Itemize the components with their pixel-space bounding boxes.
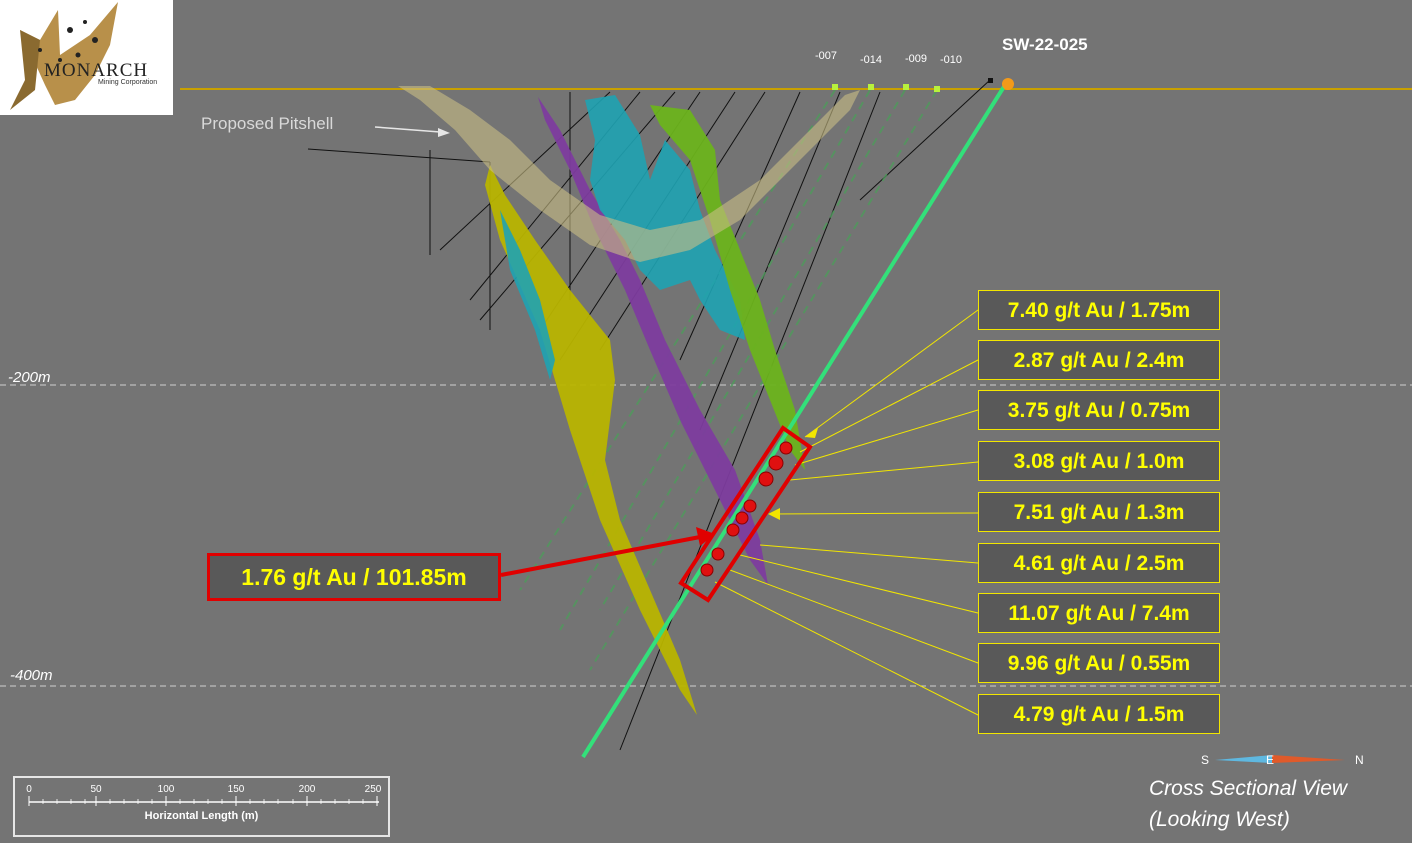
compass-east-label: E	[1266, 753, 1275, 767]
pitshell-label: Proposed Pitshell	[201, 114, 334, 133]
scale-tick-label: 0	[26, 784, 32, 795]
scale-bar: 0 50 100 150 200 250 Horizontal Length (…	[13, 776, 390, 837]
scale-tick-label: 200	[298, 784, 316, 795]
hole-label-007: -007	[815, 50, 838, 62]
summary-arrow	[500, 535, 701, 577]
scale-tick-label: 100	[157, 784, 175, 795]
summary-intercept-box: 1.76 g/t Au / 101.85m	[207, 553, 501, 601]
intercept-box: 7.40 g/t Au / 1.75m	[978, 290, 1220, 330]
view-title: Cross Sectional View (Looking West)	[1149, 773, 1347, 835]
pitshell-arrow-head	[438, 128, 450, 137]
company-logo: MONARCH Mining Corporation	[0, 0, 173, 115]
intercept-box: 2.87 g/t Au / 2.4m	[978, 340, 1220, 380]
hole-label-010: -010	[940, 54, 963, 66]
intercept-box: 11.07 g/t Au / 7.4m	[978, 593, 1220, 633]
depth-label-200: -200m	[8, 369, 51, 386]
logo-emblem	[10, 2, 118, 110]
scale-tick-label: 50	[90, 784, 102, 795]
scale-tick-label: 150	[227, 784, 245, 795]
hole-label-014: -014	[860, 54, 883, 66]
arrow-head-upper	[805, 428, 818, 438]
scale-bar-title: Horizontal Length (m)	[144, 810, 259, 822]
intercept-box: 9.96 g/t Au / 0.55m	[978, 643, 1220, 683]
drillhole-label: SW-22-025	[1002, 35, 1088, 54]
pitshell-arrow	[374, 126, 441, 133]
compass-needle-south	[1215, 755, 1272, 763]
scale-tick-label: 250	[364, 784, 382, 795]
intercept-box: 4.79 g/t Au / 1.5m	[978, 694, 1220, 734]
compass-north-label: N	[1355, 753, 1364, 767]
intercept-box: 7.51 g/t Au / 1.3m	[978, 492, 1220, 532]
logo-subtitle: Mining Corporation	[98, 79, 158, 86]
intercept-box: 3.75 g/t Au / 0.75m	[978, 390, 1220, 430]
view-title-line2: (Looking West)	[1149, 808, 1290, 831]
intercept-box: 3.08 g/t Au / 1.0m	[978, 441, 1220, 481]
collar-small-marker	[988, 78, 993, 83]
hole-label-009: -009	[905, 53, 928, 65]
scale-bar-ruler	[28, 796, 379, 806]
collar-marker	[1002, 78, 1014, 90]
intercept-box: 4.61 g/t Au / 2.5m	[978, 543, 1220, 583]
compass-needle-north	[1272, 755, 1345, 763]
depth-label-400: -400m	[10, 667, 53, 684]
compass-south-label: S	[1201, 753, 1210, 767]
intercept-leaders	[714, 309, 979, 716]
view-title-line1: Cross Sectional View	[1149, 777, 1348, 800]
